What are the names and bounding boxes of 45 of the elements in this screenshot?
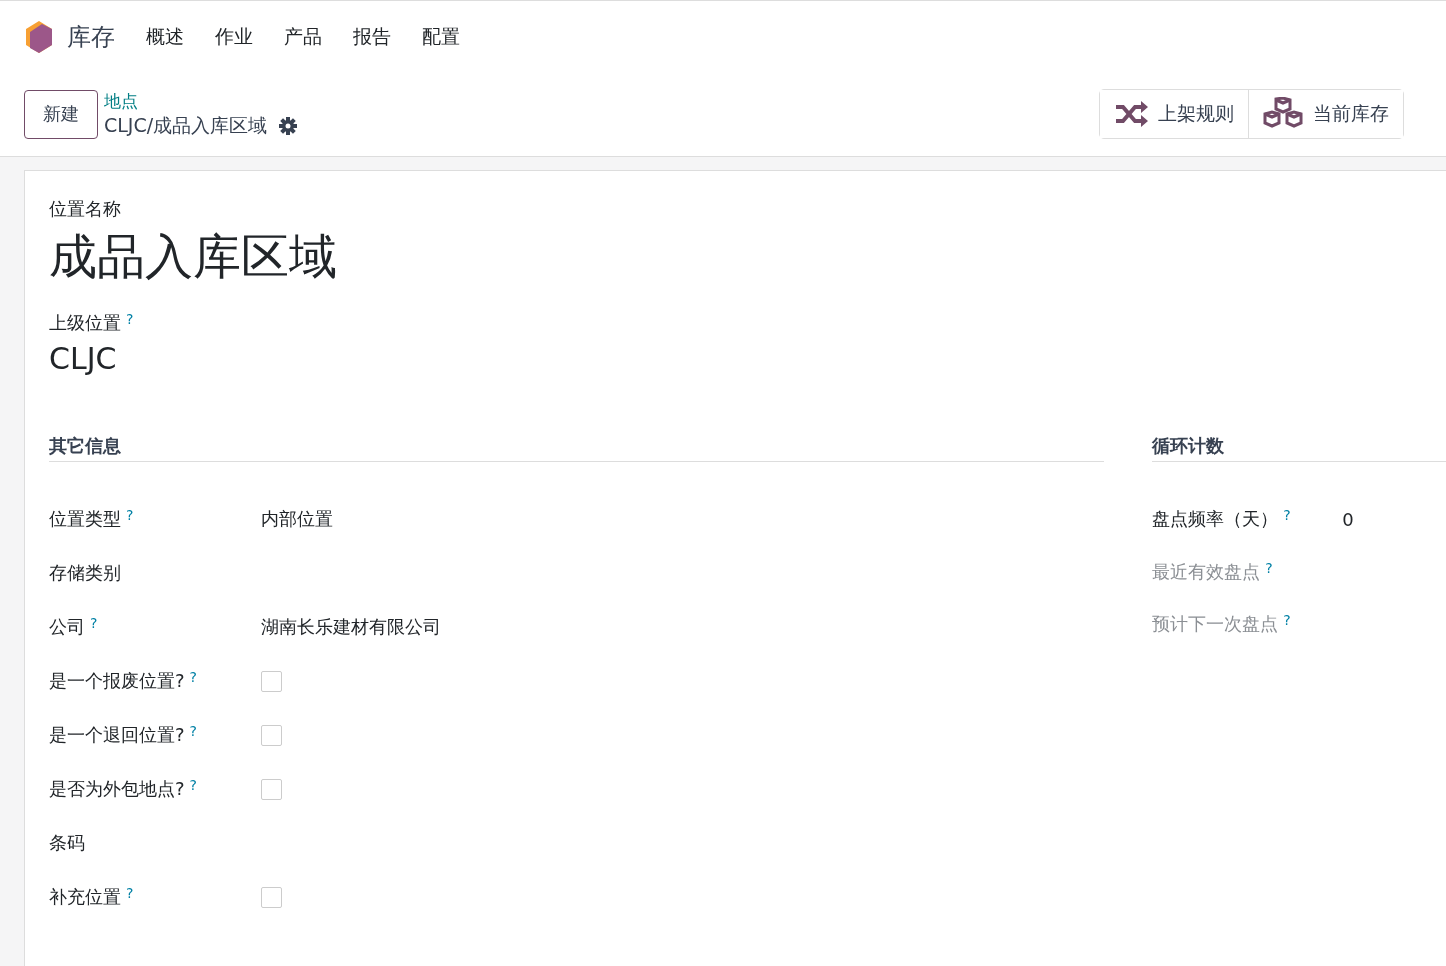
menu-item[interactable]: 概述 bbox=[146, 23, 184, 50]
field-label: 盘点频率（天） $^{?}$ bbox=[1152, 507, 1292, 531]
help-tooltip[interactable]: ? bbox=[189, 669, 197, 685]
breadcrumb-link[interactable]: 地点 bbox=[104, 89, 298, 113]
checkbox[interactable] bbox=[261, 670, 282, 692]
field-label: 是一个报废位置? $^{?}$ bbox=[49, 669, 198, 693]
smart-button[interactable]: 当前库存 bbox=[1248, 90, 1403, 138]
field-value: 内部位置 bbox=[261, 507, 333, 531]
checkbox[interactable] bbox=[261, 778, 282, 800]
help-tooltip[interactable]: ? bbox=[126, 311, 134, 327]
field-value: 湖南长乐建材有限公司 bbox=[261, 615, 441, 639]
help-tooltip[interactable]: ? bbox=[126, 885, 134, 901]
field-label: 是否为外包地点? $^{?}$ bbox=[49, 777, 198, 801]
app-logo-icon bbox=[24, 19, 54, 54]
app-name[interactable]: 库存 bbox=[67, 20, 115, 53]
section-title: 循环计数 bbox=[1152, 434, 1446, 462]
menu-item[interactable]: 产品 bbox=[284, 23, 322, 50]
field-label: 是一个退回位置? $^{?}$ bbox=[49, 723, 198, 747]
menu-item[interactable]: 报告 bbox=[353, 23, 391, 50]
help-tooltip[interactable]: ? bbox=[126, 507, 134, 523]
field-label: 上级位置 $^{?}$ bbox=[49, 311, 135, 335]
shuffle-icon bbox=[1114, 100, 1148, 128]
section-title: 其它信息 bbox=[49, 434, 1105, 462]
field-label: 最近有效盘点 $^{?}$ bbox=[1152, 560, 1274, 584]
record-name: CLJC/成品入库区域 bbox=[104, 112, 268, 138]
help-tooltip[interactable]: ? bbox=[1283, 507, 1291, 523]
field-label: 位置类型 $^{?}$ bbox=[49, 507, 135, 531]
help-tooltip[interactable]: ? bbox=[189, 723, 197, 739]
checkbox[interactable] bbox=[261, 724, 282, 746]
menu-item[interactable]: 作业 bbox=[215, 23, 253, 50]
checkbox[interactable] bbox=[261, 886, 282, 908]
field-label: 条码 bbox=[49, 831, 86, 855]
field-label: 补充位置 $^{?}$ bbox=[49, 885, 135, 909]
field-label: 预计下一次盘点 $^{?}$ bbox=[1152, 612, 1292, 636]
field-label: 位置名称 bbox=[49, 197, 122, 221]
help-tooltip[interactable]: ? bbox=[90, 615, 98, 631]
menu-item[interactable]: 配置 bbox=[422, 23, 460, 50]
new-button[interactable]: 新建 bbox=[24, 89, 98, 139]
field-label: 公司 $^{?}$ bbox=[49, 615, 99, 639]
parent-location: CLJC bbox=[49, 341, 118, 376]
field-label: 存储类别 bbox=[49, 561, 122, 585]
settings-icon[interactable] bbox=[279, 116, 298, 135]
field-value: 0 bbox=[1342, 508, 1354, 530]
location-name: 成品入库区域 bbox=[49, 227, 338, 286]
help-tooltip[interactable]: ? bbox=[189, 777, 197, 793]
